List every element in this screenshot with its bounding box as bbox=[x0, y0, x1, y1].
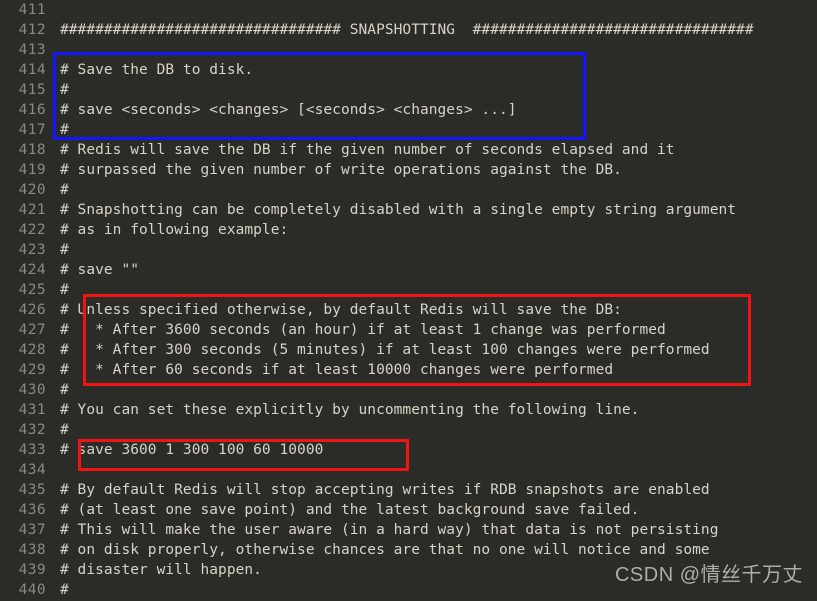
code-line[interactable]: 422 # as in following example: bbox=[0, 220, 817, 240]
line-number: 428 bbox=[18, 342, 46, 358]
line-content[interactable]: # You can set these explicitly by uncomm… bbox=[60, 400, 639, 420]
csdn-watermark: CSDN @情丝千万丈 bbox=[614, 564, 803, 586]
code-line[interactable]: 418 # Redis will save the DB if the given… bbox=[0, 140, 817, 160]
line-content[interactable]: # By default Redis will stop accepting w… bbox=[60, 480, 710, 500]
code-line[interactable]: 415 # bbox=[0, 80, 817, 100]
line-number: 412 bbox=[18, 22, 46, 38]
line-number: 440 bbox=[18, 582, 46, 598]
line-content[interactable]: # disaster will happen. bbox=[60, 560, 262, 580]
line-content[interactable]: # * After 3600 seconds (an hour) if at l… bbox=[60, 320, 666, 340]
line-number: 425 bbox=[18, 282, 46, 298]
code-line[interactable]: 433 # save 3600 1 300 100 60 10000 bbox=[0, 440, 817, 460]
line-number: 429 bbox=[18, 362, 46, 378]
line-number: 435 bbox=[18, 482, 46, 498]
code-line[interactable]: 424 # save "" bbox=[0, 260, 817, 280]
line-number: 424 bbox=[18, 262, 46, 278]
line-number: 423 bbox=[18, 242, 46, 258]
code-line[interactable]: 412 ################################ SNAP… bbox=[0, 20, 817, 40]
code-line[interactable]: 414 # Save the DB to disk. bbox=[0, 60, 817, 80]
line-number: 433 bbox=[18, 442, 46, 458]
code-line[interactable]: 437 # This will make the user aware (in a… bbox=[0, 520, 817, 540]
line-number: 430 bbox=[18, 382, 46, 398]
line-number: 416 bbox=[18, 102, 46, 118]
code-line[interactable]: 432 # bbox=[0, 420, 817, 440]
line-number: 436 bbox=[18, 502, 46, 518]
line-number: 414 bbox=[18, 62, 46, 78]
code-line[interactable]: 427 # * After 3600 seconds (an hour) if a… bbox=[0, 320, 817, 340]
line-number: 411 bbox=[18, 2, 46, 18]
line-content[interactable]: ################################ SNAPSHO… bbox=[60, 20, 754, 40]
line-content[interactable]: # bbox=[60, 420, 69, 440]
line-content[interactable]: # bbox=[60, 280, 69, 300]
line-number: 437 bbox=[18, 522, 46, 538]
line-content[interactable]: # bbox=[60, 380, 69, 400]
line-content[interactable]: # as in following example: bbox=[60, 220, 288, 240]
line-content[interactable]: # * After 60 seconds if at least 10000 c… bbox=[60, 360, 613, 380]
code-line[interactable]: 420 # bbox=[0, 180, 817, 200]
code-line[interactable]: 434 bbox=[0, 460, 817, 480]
code-line[interactable]: 436 # (at least one save point) and the l… bbox=[0, 500, 817, 520]
line-number: 418 bbox=[18, 142, 46, 158]
line-content[interactable]: # bbox=[60, 180, 69, 200]
code-line[interactable]: 429 # * After 60 seconds if at least 1000… bbox=[0, 360, 817, 380]
line-content[interactable]: # Redis will save the DB if the given nu… bbox=[60, 140, 675, 160]
line-content[interactable]: # on disk properly, otherwise chances ar… bbox=[60, 540, 710, 560]
line-content[interactable]: # surpassed the given number of write op… bbox=[60, 160, 622, 180]
line-number: 421 bbox=[18, 202, 46, 218]
line-number: 426 bbox=[18, 302, 46, 318]
line-content[interactable]: # bbox=[60, 80, 69, 100]
line-number: 432 bbox=[18, 422, 46, 438]
line-number: 431 bbox=[18, 402, 46, 418]
code-line[interactable]: 411 bbox=[0, 0, 817, 20]
line-number: 439 bbox=[18, 562, 46, 578]
line-number: 422 bbox=[18, 222, 46, 238]
line-number: 438 bbox=[18, 542, 46, 558]
code-line[interactable]: 425 # bbox=[0, 280, 817, 300]
code-line[interactable]: 421 # Snapshotting can be completely disa… bbox=[0, 200, 817, 220]
line-content[interactable]: # save 3600 1 300 100 60 10000 bbox=[60, 440, 323, 460]
line-content[interactable]: # Snapshotting can be completely disable… bbox=[60, 200, 736, 220]
code-line[interactable]: 438 # on disk properly, otherwise chances… bbox=[0, 540, 817, 560]
screenshot-root: 411 412 ################################ S… bbox=[0, 0, 817, 601]
code-line[interactable]: 413 bbox=[0, 40, 817, 60]
code-line[interactable]: 430 # bbox=[0, 380, 817, 400]
code-line[interactable]: 423 # bbox=[0, 240, 817, 260]
line-number: 420 bbox=[18, 182, 46, 198]
line-content[interactable]: # bbox=[60, 240, 69, 260]
code-line[interactable]: 419 # surpassed the given number of write… bbox=[0, 160, 817, 180]
line-content[interactable]: # save "" bbox=[60, 260, 139, 280]
code-line[interactable]: 431 # You can set these explicitly by unc… bbox=[0, 400, 817, 420]
line-number: 419 bbox=[18, 162, 46, 178]
line-number: 427 bbox=[18, 322, 46, 338]
line-content[interactable]: # Save the DB to disk. bbox=[60, 60, 253, 80]
line-content[interactable]: # * After 300 seconds (5 minutes) if at … bbox=[60, 340, 710, 360]
line-number: 417 bbox=[18, 122, 46, 138]
line-number: 413 bbox=[18, 42, 46, 58]
line-content[interactable]: # Unless specified otherwise, by default… bbox=[60, 300, 622, 320]
code-line[interactable]: 435 # By default Redis will stop acceptin… bbox=[0, 480, 817, 500]
line-content[interactable]: # This will make the user aware (in a ha… bbox=[60, 520, 718, 540]
code-editor[interactable]: 411 412 ################################ S… bbox=[0, 0, 817, 601]
line-number: 415 bbox=[18, 82, 46, 98]
code-line[interactable]: 428 # * After 300 seconds (5 minutes) if … bbox=[0, 340, 817, 360]
line-content[interactable]: # bbox=[60, 120, 69, 140]
code-line[interactable]: 426 # Unless specified otherwise, by defa… bbox=[0, 300, 817, 320]
line-content[interactable]: # (at least one save point) and the late… bbox=[60, 500, 639, 520]
code-line[interactable]: 416 # save <seconds> <changes> [<seconds>… bbox=[0, 100, 817, 120]
line-content[interactable]: # bbox=[60, 580, 69, 600]
code-line[interactable]: 417 # bbox=[0, 120, 817, 140]
line-number: 434 bbox=[18, 462, 46, 478]
line-content[interactable]: # save <seconds> <changes> [<seconds> <c… bbox=[60, 100, 517, 120]
